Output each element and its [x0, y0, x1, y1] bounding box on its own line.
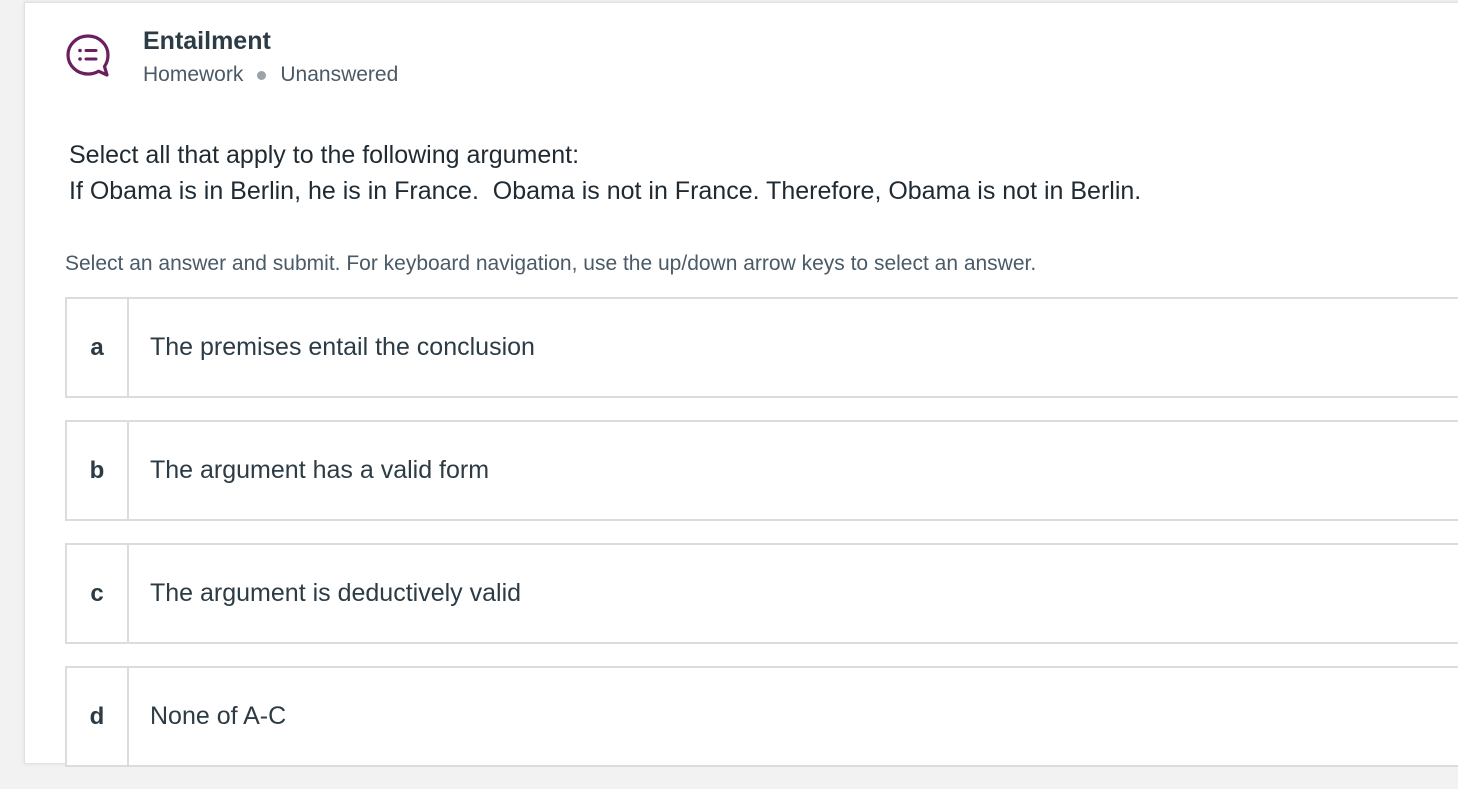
- discussion-list-icon: [66, 34, 110, 77]
- answer-options: a The premises entail the conclusion b T…: [65, 297, 1458, 789]
- title-block: Entailment Homework Unanswered: [143, 25, 398, 89]
- assignment-type: Homework: [143, 63, 244, 86]
- question-line-1: Select all that apply to the following a…: [69, 141, 580, 169]
- option-text: The premises entail the conclusion: [150, 333, 535, 361]
- option-text: The argument has a valid form: [150, 456, 490, 484]
- option-b[interactable]: b The argument has a valid form: [65, 420, 1458, 521]
- option-a[interactable]: a The premises entail the conclusion: [65, 297, 1458, 398]
- question-line-2: If Obama is in Berlin, he is in France. …: [69, 177, 1142, 205]
- option-letter: d: [67, 668, 129, 765]
- option-letter: a: [67, 299, 129, 396]
- option-d[interactable]: d None of A-C: [65, 666, 1458, 767]
- assignment-title: Entailment: [143, 27, 271, 55]
- option-text: None of A-C: [150, 702, 287, 730]
- assignment-meta: Homework Unanswered: [143, 61, 398, 89]
- option-c[interactable]: c The argument is deductively valid: [65, 543, 1458, 644]
- separator-dot: [257, 70, 267, 80]
- answer-status: Unanswered: [280, 63, 399, 86]
- option-text: The argument is deductively valid: [150, 579, 522, 607]
- option-letter: c: [67, 545, 129, 642]
- question-header: Entailment Homework Unanswered: [65, 25, 398, 89]
- question-prompt: Select all that apply to the following a…: [69, 137, 1141, 209]
- option-letter: b: [67, 422, 129, 519]
- question-card: Entailment Homework Unanswered Select al…: [24, 2, 1458, 767]
- answer-instructions: Select an answer and submit. For keyboar…: [65, 252, 1037, 275]
